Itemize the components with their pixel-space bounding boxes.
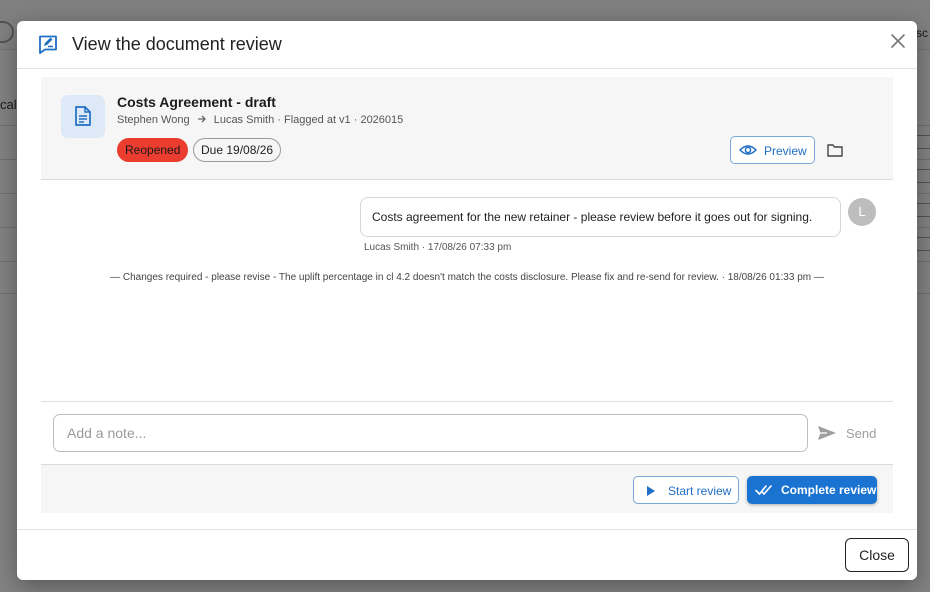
play-icon bbox=[647, 486, 655, 496]
review-edit-icon bbox=[39, 35, 57, 54]
due-date-badge: Due 19/08/26 bbox=[193, 138, 282, 162]
close-icon[interactable] bbox=[889, 32, 907, 50]
message-meta: Lucas Smith · 17/08/26 07:33 pm bbox=[364, 242, 512, 253]
document-icon bbox=[75, 106, 91, 126]
preview-label: Preview bbox=[764, 144, 807, 158]
message-bubble: Costs agreement for the new retainer - p… bbox=[360, 197, 841, 237]
status-badge: Reopened bbox=[117, 138, 189, 162]
document-from: Stephen Wong bbox=[117, 114, 190, 126]
send-label: Send bbox=[846, 426, 877, 441]
document-to: Lucas Smith bbox=[213, 114, 275, 126]
note-input[interactable] bbox=[53, 414, 808, 452]
dialog-title: View the document review bbox=[72, 34, 282, 54]
avatar: L bbox=[848, 198, 876, 226]
compose-divider bbox=[41, 401, 893, 402]
footer-divider bbox=[17, 529, 917, 530]
folder-icon[interactable] bbox=[827, 143, 843, 157]
document-meta-tail: · Flagged at v1 · 2026015 bbox=[277, 114, 404, 126]
system-note: — Changes required - please revise - The… bbox=[110, 272, 824, 283]
document-icon-box bbox=[61, 95, 105, 138]
review-dialog: View the document review Costs Agreement… bbox=[17, 21, 917, 580]
complete-review-label: Complete review bbox=[781, 483, 877, 497]
dialog-header: View the document review bbox=[17, 21, 917, 69]
preview-button[interactable]: Preview bbox=[730, 136, 815, 164]
eye-icon bbox=[739, 145, 757, 155]
close-button[interactable]: Close bbox=[845, 538, 909, 572]
action-bar: Start review Complete review bbox=[41, 464, 893, 513]
document-card: Costs Agreement - draft Stephen Wong Luc… bbox=[41, 77, 893, 180]
document-meta: Stephen Wong Lucas Smith · Flagged at v1… bbox=[117, 114, 403, 126]
double-check-icon bbox=[755, 485, 772, 495]
document-title: Costs Agreement - draft bbox=[117, 94, 276, 110]
complete-review-button[interactable]: Complete review bbox=[747, 476, 877, 504]
start-review-button[interactable]: Start review bbox=[633, 476, 739, 504]
start-review-label: Start review bbox=[668, 484, 732, 498]
send-icon bbox=[818, 426, 836, 440]
arrow-right-icon bbox=[197, 115, 206, 123]
